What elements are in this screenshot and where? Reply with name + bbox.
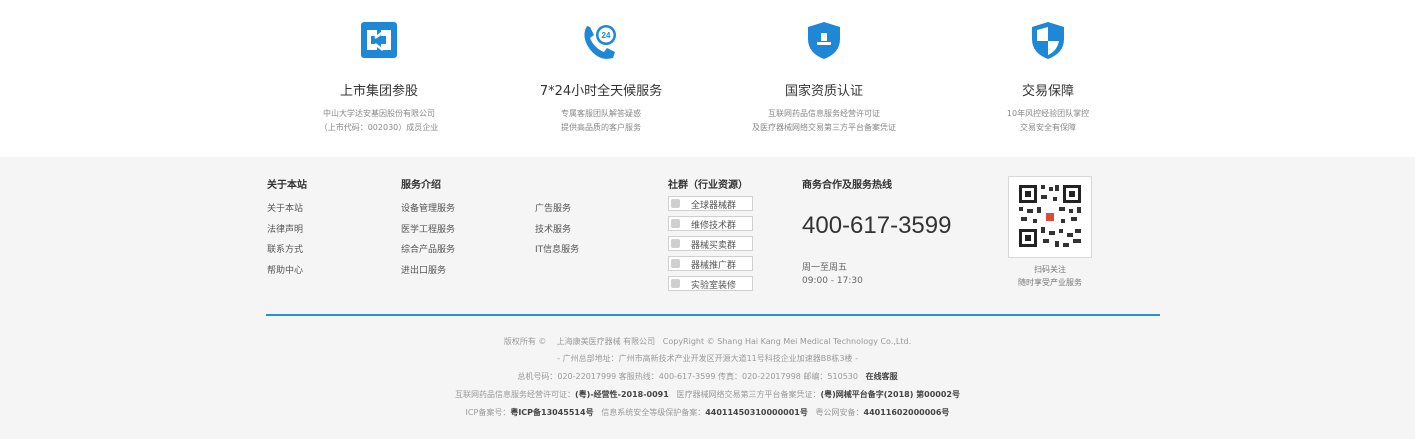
- community-group-button[interactable]: 器械买卖群: [668, 236, 753, 251]
- about-heading: 关于本站: [267, 180, 307, 191]
- hotline-number: 400-617-3599: [802, 212, 952, 239]
- feature-description: 互联网药品信息服务经营许可证 及医疗器械网络交易第三方平台备案凭证: [752, 109, 896, 132]
- feature-description: 中山大学达安基因股份有限公司 （上市代码：002030）成员企业: [319, 109, 439, 132]
- services-heading: 服务介绍: [401, 180, 441, 191]
- company-name: 上海康美医疗器械 有限公司: [556, 337, 656, 346]
- chat-icon: [671, 219, 680, 228]
- community-group-button[interactable]: 维修技术群: [668, 216, 753, 231]
- feature-title: 上市集团参股: [339, 84, 418, 99]
- service-link[interactable]: 广告服务: [535, 201, 571, 214]
- address-line: - 广州总部地址：广州市高新技术产业开发区开源大道11号科技企业加速器B8栋3楼…: [557, 354, 858, 363]
- license-line: 互联网药品信息服务经营许可证：(粤)-经营性-2018-0091 医疗器械网络交…: [455, 390, 960, 399]
- chat-icon: [671, 259, 680, 268]
- qr-code-icon: [1019, 185, 1081, 247]
- copyright-line: 版权所有 © 上海康美医疗器械 有限公司 CopyRight © Shang H…: [503, 337, 912, 346]
- legal-link[interactable]: 法律声明: [267, 222, 303, 235]
- service-link[interactable]: 进出口服务: [401, 263, 446, 276]
- service-hours: 09:00 - 17:30: [802, 276, 863, 286]
- about-link[interactable]: 关于本站: [267, 201, 303, 214]
- community-heading: 社群（行业资源）: [668, 180, 748, 191]
- community-group-button[interactable]: 器械推广群: [668, 256, 753, 271]
- chat-icon: [671, 279, 680, 288]
- feature-title: 交易保障: [1021, 84, 1074, 99]
- service-link[interactable]: 医学工程服务: [401, 222, 455, 235]
- service-link[interactable]: 设备管理服务: [401, 201, 455, 214]
- feature-title: 7*24小时全天候服务: [539, 84, 663, 99]
- svg-text:24: 24: [602, 31, 611, 40]
- feature-description: 10年风控经验团队掌控 交易安全有保障: [1006, 109, 1090, 132]
- hotline-heading: 商务合作及服务热线: [802, 180, 892, 191]
- contact-line: 总机号码：020-22017999 客服热线：400-617-3599 传真：0…: [517, 372, 898, 381]
- features-band: 上市集团参股 中山大学达安基因股份有限公司 （上市代码：002030）成员企业 …: [0, 0, 1415, 157]
- chat-icon: [671, 199, 680, 208]
- qr-caption: 扫码关注 随时享受产业服务: [1018, 265, 1082, 287]
- feature-listed-company: 上市集团参股 中山大学达安基因股份有限公司 （上市代码：002030）成员企业: [269, 18, 489, 135]
- feature-description: 专属客服团队解答疑惑 提供高品质的客户服务: [561, 109, 641, 132]
- footer-divider: [266, 314, 1160, 316]
- feature-24h-service: 24 7*24小时全天候服务 专属客服团队解答疑惑 提供高品质的客户服务: [491, 18, 711, 135]
- service-days: 周一至周五: [802, 263, 848, 273]
- help-link[interactable]: 帮助中心: [267, 263, 303, 276]
- certification-shield-icon: [808, 22, 840, 59]
- chat-icon: [671, 239, 680, 248]
- 24h-phone-icon: 24: [584, 25, 616, 59]
- service-link[interactable]: 综合产品服务: [401, 242, 455, 255]
- qr-code: [1008, 176, 1092, 258]
- community-group-button[interactable]: 全球器械群: [668, 196, 753, 211]
- service-link[interactable]: IT信息服务: [535, 242, 579, 255]
- security-shield-icon: [1032, 22, 1064, 59]
- service-link[interactable]: 技术服务: [535, 222, 571, 235]
- icp-link[interactable]: 粤ICP备13045514号: [510, 408, 593, 417]
- feature-transaction-security: 交易保障 10年风控经验团队掌控 交易安全有保障: [938, 18, 1158, 135]
- listed-company-icon: [361, 22, 397, 58]
- feature-title: 国家资质认证: [784, 84, 863, 99]
- contact-link[interactable]: 联系方式: [267, 242, 303, 255]
- feature-certification: 国家资质认证 互联网药品信息服务经营许可证 及医疗器械网络交易第三方平台备案凭证: [714, 18, 934, 135]
- online-service-link[interactable]: 在线客服: [866, 372, 898, 381]
- community-group-button[interactable]: 实验室装修: [668, 276, 753, 291]
- icp-line: ICP备案号：粤ICP备13045514号 信息系统安全等级保护备案：44011…: [465, 408, 950, 417]
